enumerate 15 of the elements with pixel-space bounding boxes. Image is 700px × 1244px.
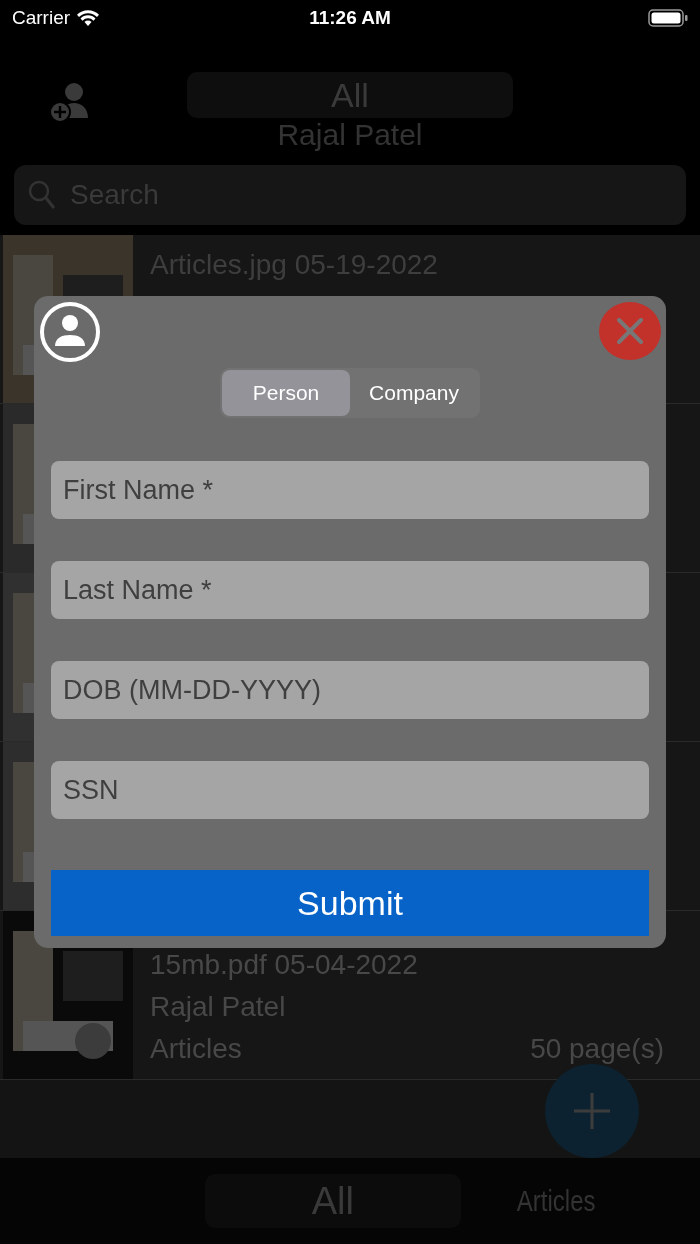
segment[interactable]: Company <box>350 370 478 416</box>
segment[interactable]: Person <box>222 370 350 416</box>
close-icon <box>617 318 643 344</box>
battery-icon <box>648 8 688 28</box>
wifi-icon <box>76 9 101 27</box>
user-icon <box>39 301 101 363</box>
submit-button[interactable]: Submit <box>51 870 649 936</box>
search-icon <box>28 180 56 210</box>
clock: 11:26 AM <box>309 7 391 29</box>
plus-icon <box>572 1091 612 1131</box>
input-field[interactable]: SSN <box>51 761 649 819</box>
input-field[interactable]: First Name * <box>51 461 649 519</box>
carrier-label: Carrier <box>12 7 71 29</box>
input-field[interactable]: DOB (MM-DD-YYYY) <box>51 661 649 719</box>
input-field[interactable]: Last Name * <box>51 561 649 619</box>
